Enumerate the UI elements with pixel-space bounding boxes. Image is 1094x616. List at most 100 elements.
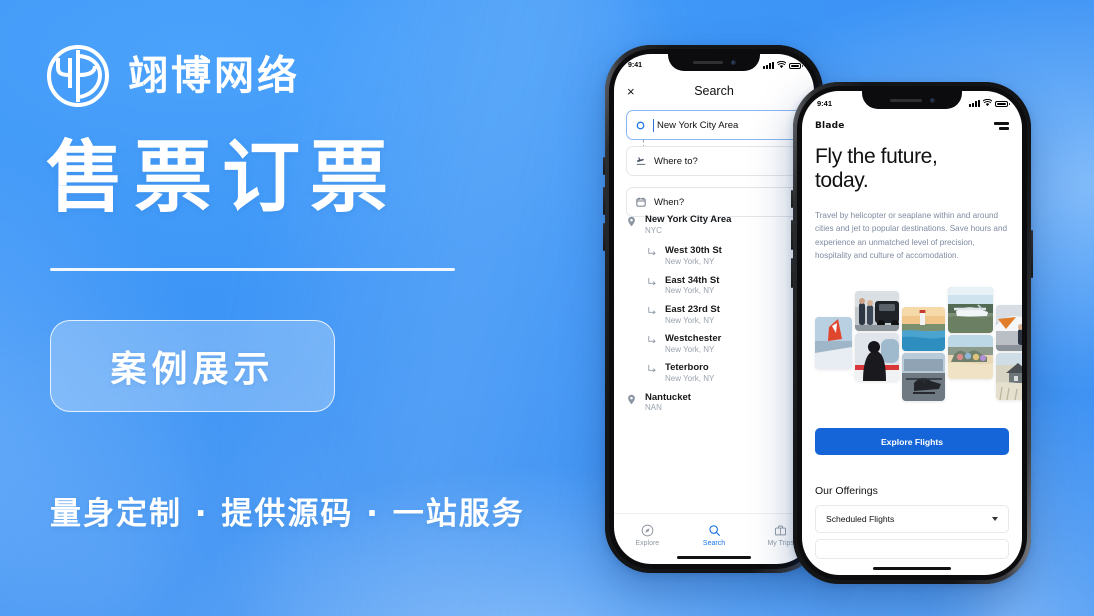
result-name: East 23rd St <box>665 303 720 315</box>
tab-search[interactable]: Search <box>681 524 748 547</box>
corner-arrow-icon <box>648 335 656 344</box>
private-jet-couple-photo[interactable] <box>996 305 1022 351</box>
tab-my-trips-label: My Trips <box>767 539 794 547</box>
hero-body-text: Travel by helicopter or seaplane within … <box>815 211 1008 260</box>
phone1-volume-up-button[interactable] <box>603 187 605 215</box>
map-pin-icon <box>628 216 635 227</box>
result-name: West 30th St <box>665 245 722 257</box>
list-item[interactable]: East 23rd St New York, NY <box>647 304 802 326</box>
phone-mockup-search: 9:41 × Search New York City Area Where t… <box>603 45 825 573</box>
origin-circle-icon <box>636 121 645 129</box>
corner-arrow-icon <box>648 277 656 285</box>
cellular-bars-icon <box>969 99 980 107</box>
phone1-header-title: Search <box>694 84 734 98</box>
wifi-icon <box>983 99 992 107</box>
lighthouse-coast-photo[interactable] <box>902 307 945 351</box>
list-item[interactable]: New York City Area NYC <box>626 214 802 236</box>
phone1-app-header: × Search <box>614 76 814 106</box>
speaker-grille-icon <box>692 61 723 64</box>
bottom-tab-bar: Explore Search My Trips <box>614 513 814 553</box>
phone2-status-time: 9:41 <box>817 98 833 108</box>
phone2-power-button[interactable] <box>1031 230 1033 278</box>
wifi-icon <box>777 61 786 69</box>
speaker-grille-icon <box>889 98 922 102</box>
people-boarding-suv-photo[interactable] <box>855 291 899 331</box>
date-input[interactable]: When? <box>626 187 802 217</box>
front-camera-icon <box>730 60 736 65</box>
list-item[interactable]: East 34th St New York, NY <box>647 275 802 297</box>
destination-input[interactable]: Where to? <box>626 146 802 176</box>
search-fields: New York City Area Where to? When? <box>626 110 802 217</box>
result-sub: New York, NY <box>665 315 715 325</box>
phone2-status-icons <box>969 99 1010 107</box>
beach-gathering-photo[interactable] <box>948 335 993 379</box>
search-results-list: New York City Area NYC West 30th St New … <box>614 214 814 423</box>
chevron-down-icon <box>992 517 998 521</box>
close-icon[interactable]: × <box>627 85 635 98</box>
airplane-wing-photo[interactable] <box>815 317 852 369</box>
phone2-mute-switch[interactable] <box>791 190 793 208</box>
search-icon <box>708 524 720 536</box>
list-item[interactable]: West 30th St New York, NY <box>647 245 802 267</box>
explore-flights-label: Explore Flights <box>880 436 944 447</box>
our-offerings-title: Our Offerings <box>815 485 878 497</box>
phone1-screen: 9:41 × Search New York City Area Where t… <box>614 54 814 564</box>
battery-full-icon <box>789 63 803 69</box>
beach-house-dunes-photo[interactable] <box>996 353 1022 400</box>
phone-mockups: 9:41 × Search New York City Area Where t… <box>0 0 1094 616</box>
offerings-select-value: Scheduled Flights <box>826 514 895 524</box>
result-sub: New York, NY <box>665 286 715 296</box>
blade-logo[interactable]: Blade <box>815 121 845 131</box>
hamburger-menu-icon[interactable] <box>994 122 1009 130</box>
corner-arrow-icon <box>648 306 656 314</box>
date-input-value: When? <box>654 196 685 208</box>
compass-icon <box>641 524 654 536</box>
result-name: Westchester <box>665 333 722 345</box>
result-sub: New York, NY <box>665 257 715 267</box>
phone1-status-icons <box>763 61 803 69</box>
explore-flights-button[interactable]: Explore Flights <box>815 428 1009 455</box>
cellular-bars-icon <box>763 61 774 69</box>
phone-mockup-home: 9:41 Blade Fly the future, today. Travel… <box>791 82 1033 584</box>
seaplane-on-shore-photo[interactable] <box>948 287 993 333</box>
woman-looking-out-window-photo[interactable] <box>855 333 899 381</box>
tab-explore[interactable]: Explore <box>614 524 681 547</box>
destination-input-value: Where to? <box>654 155 698 167</box>
text-caret <box>653 119 654 132</box>
list-item[interactable]: Teterboro New York, NY <box>647 362 802 384</box>
list-item[interactable]: Nantucket NAN <box>626 392 802 414</box>
photo-collage <box>813 287 1022 407</box>
result-sub: New York, NY <box>665 374 715 384</box>
phone1-home-indicator[interactable] <box>677 556 751 559</box>
phone2-home-indicator[interactable] <box>873 567 951 570</box>
phone2-volume-up-button[interactable] <box>791 220 793 250</box>
phone1-mute-switch[interactable] <box>603 157 605 175</box>
tab-explore-label: Explore <box>635 539 660 547</box>
helicopter-on-pad-photo[interactable] <box>902 353 945 401</box>
phone1-notch <box>668 54 760 71</box>
phone2-volume-down-button[interactable] <box>791 258 793 288</box>
hero-heading: Fly the future, today. <box>815 145 938 192</box>
result-name: Teterboro <box>665 362 709 374</box>
phone1-status-time: 9:41 <box>628 61 643 69</box>
offerings-select-next[interactable] <box>815 539 1009 559</box>
phone2-screen: 9:41 Blade Fly the future, today. Travel… <box>802 91 1022 575</box>
result-code: NYC <box>645 225 662 235</box>
front-camera-icon <box>929 97 935 103</box>
corner-arrow-icon <box>648 248 656 256</box>
map-pin-icon <box>628 394 635 404</box>
corner-arrow-icon <box>648 365 656 373</box>
phone2-notch <box>862 91 962 109</box>
phone2-app-header: Blade <box>815 121 1009 131</box>
battery-full-icon <box>995 100 1010 107</box>
list-item[interactable]: Westchester New York, NY <box>647 333 802 355</box>
calendar-icon <box>636 197 646 207</box>
origin-input-value: New York City Area <box>657 119 739 131</box>
origin-input[interactable]: New York City Area <box>626 110 802 140</box>
phone1-volume-down-button[interactable] <box>603 223 605 251</box>
result-name: East 34th St <box>665 274 720 286</box>
offerings-select[interactable]: Scheduled Flights <box>815 505 1009 533</box>
result-code: NAN <box>645 403 662 413</box>
result-name: Nantucket <box>645 391 691 403</box>
result-group: New York City Area NYC West 30th St New … <box>614 214 814 414</box>
